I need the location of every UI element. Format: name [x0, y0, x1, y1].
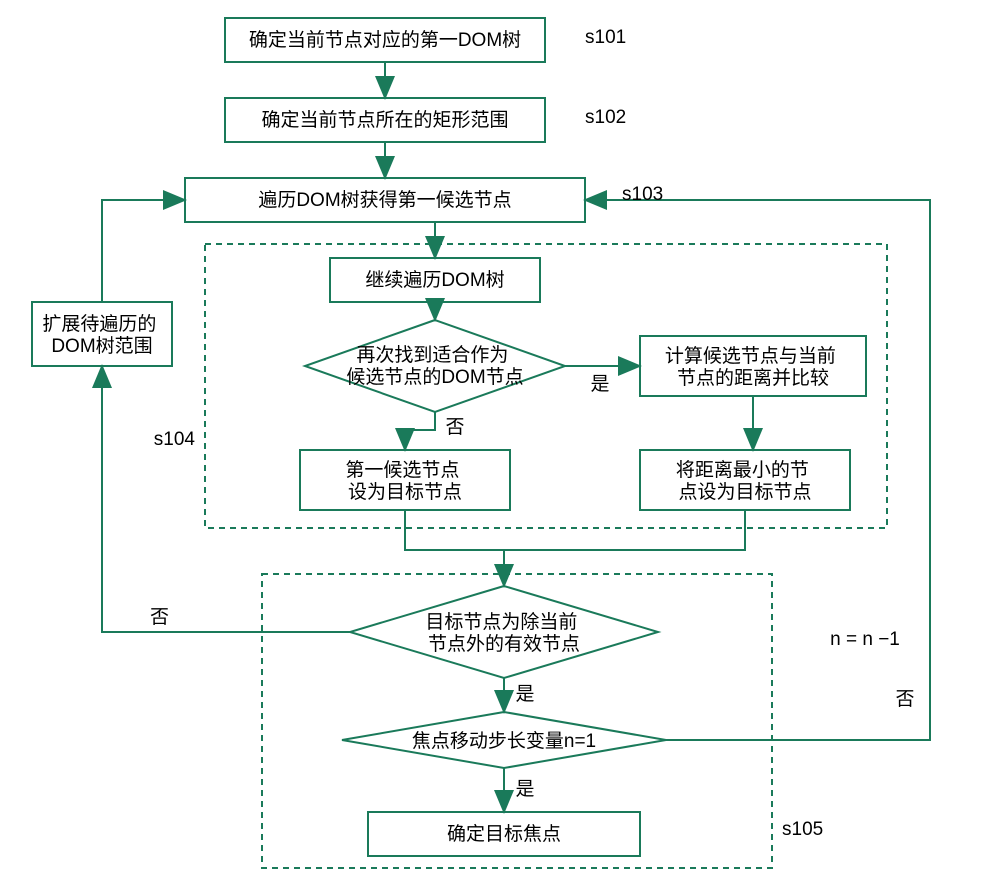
confirm-target-text: 确定目标焦点	[447, 823, 561, 845]
step-eq-one-text: 焦点移动步长变量n=1	[412, 730, 596, 752]
edge-no-3: 否	[895, 689, 914, 710]
step-label-s101: s101	[585, 27, 626, 48]
calc-distance-line2: 节点的距离并比较	[677, 367, 829, 389]
set-min-dist-target-text: 将距离最小的节 点设为目标节点	[676, 459, 814, 503]
step-s102-text: 确定当前节点所在的矩形范围	[261, 109, 508, 131]
edge-yes-2: 是	[515, 684, 534, 705]
step-label-s104: s104	[154, 429, 196, 450]
flowchart-diagram: s101 s102 s103 s104 s105 确定当前节点对应的第一DOM树…	[0, 0, 1000, 887]
edge-yes-3: 是	[515, 779, 534, 800]
valid-target-text: 目标节点为除当前 节点外的有效节点	[425, 611, 582, 655]
step-s101-text: 确定当前节点对应的第一DOM树	[249, 29, 521, 51]
expand-scope-line1: 扩展待遍历的	[42, 313, 156, 335]
found-candidate-line1: 再次找到适合作为	[356, 344, 508, 366]
step-s103-text: 遍历DOM树获得第一候选节点	[258, 189, 511, 211]
edge-no-2: 否	[150, 607, 169, 628]
set-first-target-line2: 设为目标节点	[348, 481, 462, 503]
calc-distance-line1: 计算候选节点与当前	[665, 345, 836, 367]
found-candidate-text: 再次找到适合作为 候选节点的DOM节点	[346, 344, 523, 388]
expand-scope-text: 扩展待遍历的 DOM树范围	[42, 313, 161, 357]
continue-traverse-text: 继续遍历DOM树	[365, 269, 504, 291]
n-decrement-label: n = n −1	[830, 629, 900, 650]
edge-yes-1: 是	[590, 374, 609, 395]
calc-distance-text: 计算候选节点与当前 节点的距离并比较	[665, 345, 841, 389]
step-label-s102: s102	[585, 107, 626, 128]
found-candidate-line2: 候选节点的DOM节点	[346, 366, 523, 388]
set-min-dist-line1: 将距离最小的节	[676, 459, 809, 481]
set-min-dist-line2: 点设为目标节点	[678, 481, 811, 503]
set-first-target-line1: 第一候选节点	[345, 459, 459, 481]
step-label-s103: s103	[622, 184, 663, 205]
valid-target-line1: 目标节点为除当前	[425, 611, 577, 633]
expand-scope-line2: DOM树范围	[51, 335, 152, 357]
step-label-s105: s105	[782, 819, 823, 840]
edge-no-1: 否	[445, 417, 464, 438]
valid-target-line2: 节点外的有效节点	[428, 633, 580, 655]
set-first-target-text: 第一候选节点 设为目标节点	[345, 459, 464, 503]
